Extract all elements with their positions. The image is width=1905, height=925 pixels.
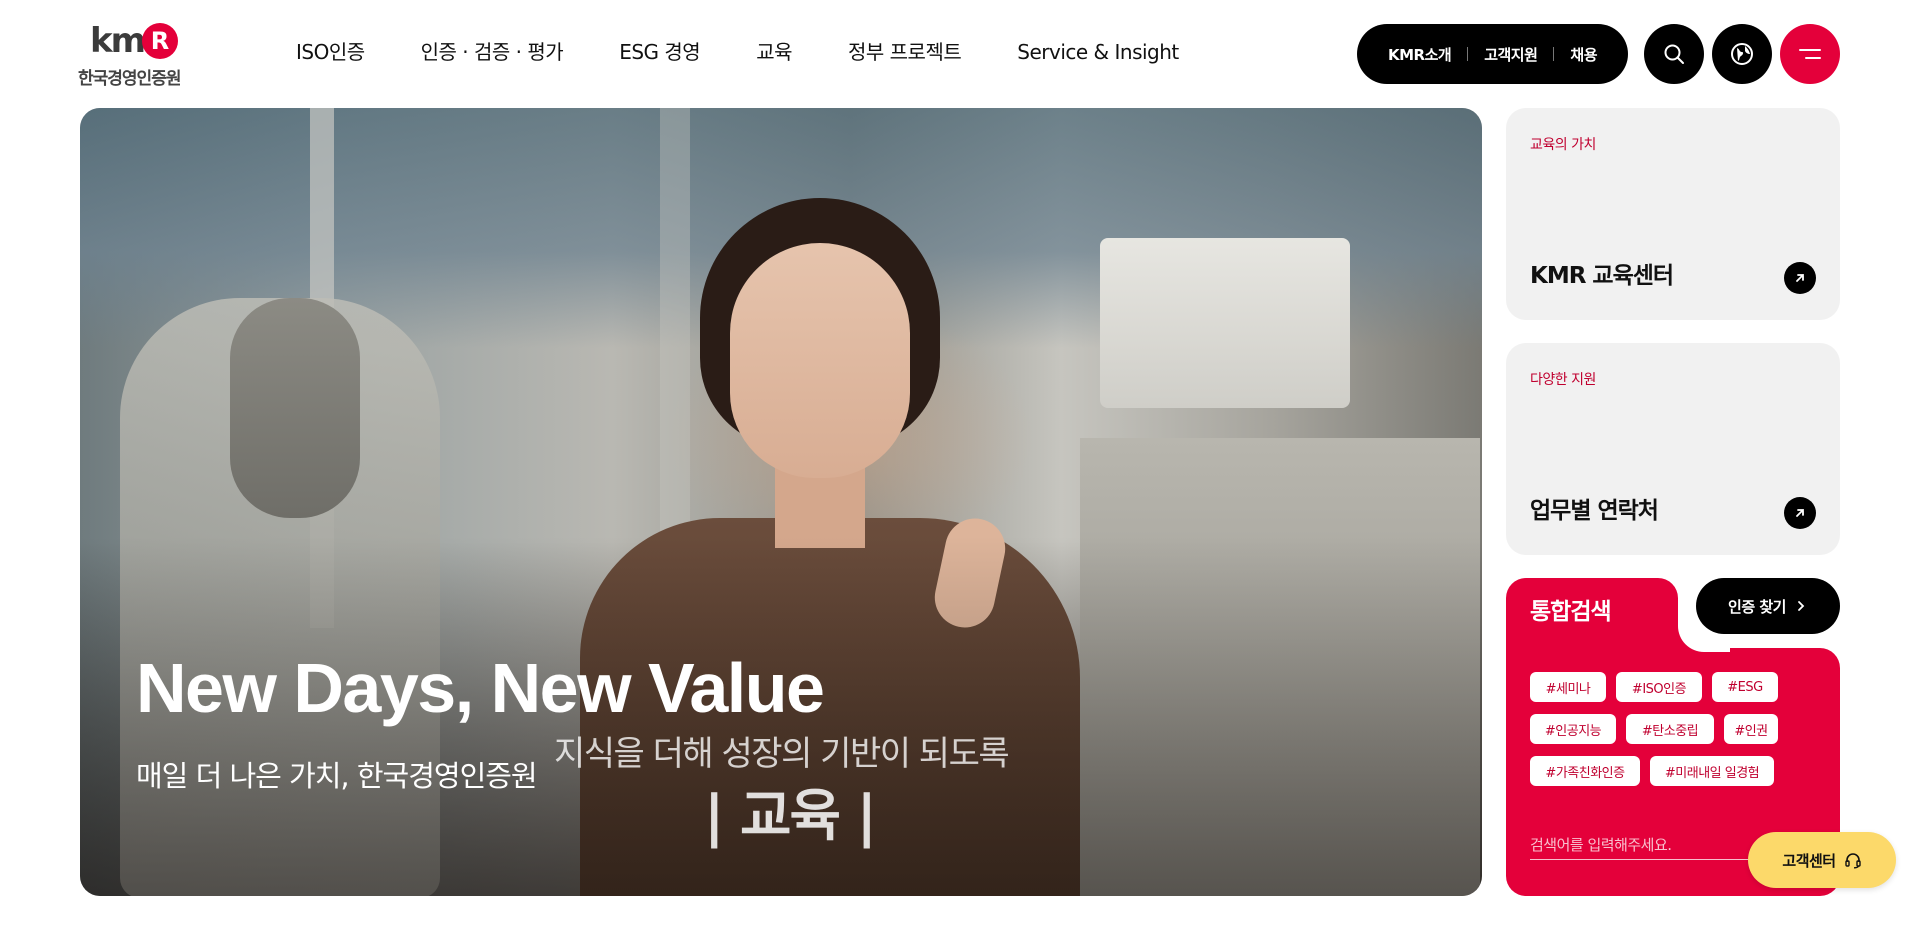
customer-service-label: 고객센터	[1782, 851, 1836, 870]
arrow-up-right-icon[interactable]	[1784, 497, 1816, 529]
menu-icon	[1799, 49, 1821, 59]
utility-links: KMR소개 고객지원 채용	[1357, 24, 1628, 84]
card-education-center[interactable]: 교육의 가치 KMR 교육센터	[1506, 108, 1840, 320]
search-tag[interactable]: #탄소중립	[1626, 714, 1714, 744]
main-nav: ISO인증 인증 · 검증 · 평가 ESG 경영 교육 정부 프로젝트 Ser…	[296, 38, 1179, 66]
language-button[interactable]	[1712, 24, 1772, 84]
search-button[interactable]	[1644, 24, 1704, 84]
nav-item-gov-project[interactable]: 정부 프로젝트	[848, 38, 962, 66]
card-kicker: 교육의 가치	[1530, 137, 1596, 153]
nav-item-education[interactable]: 교육	[756, 38, 792, 66]
search-tag[interactable]: #미래내일 일경험	[1650, 756, 1774, 786]
hero-subtitle: 매일 더 나은 가치, 한국경영인증원	[136, 759, 538, 793]
search-tag[interactable]: #세미나	[1530, 672, 1606, 702]
nav-item-esg[interactable]: ESG 경영	[619, 38, 701, 66]
logo-km-text: km	[90, 21, 146, 61]
search-input[interactable]	[1530, 830, 1780, 860]
hero-category-tag: | 교육 |	[704, 784, 877, 849]
hero-title: New Days, New Value	[136, 649, 825, 727]
nav-item-service-insight[interactable]: Service & Insight	[1017, 38, 1179, 66]
card-kicker: 다양한 지원	[1530, 372, 1596, 388]
util-link-about[interactable]: KMR소개	[1388, 44, 1452, 65]
site-header: km R 한국경영인증원 ISO인증 인증 · 검증 · 평가 ESG 경영 교…	[0, 0, 1905, 108]
hero-caption: 지식을 더해 성장의 기반이 되도록	[554, 734, 1010, 774]
find-certification-label: 인증 찾기	[1728, 597, 1786, 616]
find-certification-button[interactable]: 인증 찾기	[1696, 578, 1840, 634]
util-link-careers[interactable]: 채용	[1570, 44, 1597, 65]
headset-icon	[1844, 853, 1861, 869]
card-contacts[interactable]: 다양한 지원 업무별 연락처	[1506, 343, 1840, 555]
card-title: KMR 교육센터	[1530, 263, 1674, 289]
search-tag[interactable]: #인권	[1724, 714, 1778, 744]
menu-button[interactable]	[1780, 24, 1840, 84]
card-title: 업무별 연락처	[1530, 498, 1659, 524]
util-link-support[interactable]: 고객지원	[1484, 44, 1538, 65]
logo-subtitle: 한국경영인증원	[78, 69, 181, 89]
util-divider	[1553, 47, 1555, 61]
logo-mark: km R	[90, 20, 179, 62]
globe-icon	[1731, 43, 1753, 65]
nav-item-certification[interactable]: 인증 · 검증 · 평가	[421, 38, 564, 66]
kmr-logo[interactable]: km R 한국경영인증원	[78, 20, 204, 89]
hero-banner: New Days, New Value 매일 더 나은 가치, 한국경영인증원 …	[80, 108, 1482, 896]
chevron-right-icon	[1798, 601, 1805, 611]
hero-bg-headrest	[230, 298, 360, 518]
hero-bg-printer	[1100, 238, 1350, 408]
search-tag[interactable]: #가족친화인증	[1530, 756, 1640, 786]
search-icon	[1664, 44, 1684, 64]
arrow-up-right-icon[interactable]	[1784, 262, 1816, 294]
search-tag[interactable]: #인공지능	[1530, 714, 1616, 744]
util-divider	[1467, 47, 1469, 61]
search-panel-title: 통합검색	[1530, 599, 1612, 625]
customer-service-button[interactable]: 고객센터	[1748, 832, 1896, 888]
search-tag[interactable]: #ISO인증	[1616, 672, 1702, 702]
nav-item-iso[interactable]: ISO인증	[296, 38, 365, 66]
logo-r-badge: R	[142, 23, 179, 59]
search-tag[interactable]: #ESG	[1712, 672, 1778, 702]
